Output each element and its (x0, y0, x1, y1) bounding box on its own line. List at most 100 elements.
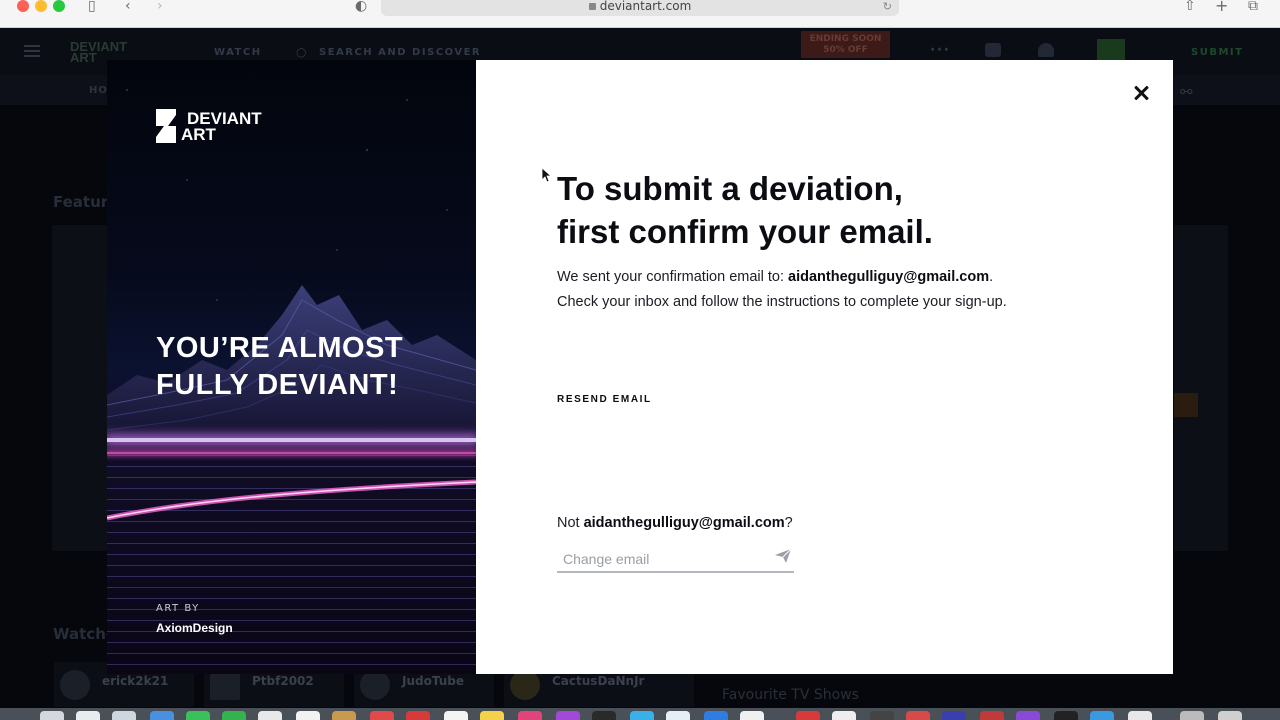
horizon-line (107, 452, 476, 454)
dock-app-icon[interactable] (406, 711, 430, 720)
dock-app-icon[interactable] (112, 711, 136, 720)
sidebar-icon[interactable]: ▯ (88, 0, 96, 13)
dock-app-icon[interactable] (1090, 711, 1114, 720)
modal-art-panel: DEVIANT ART YOU’RE ALMOST FULLY DEVIANT!… (107, 60, 476, 674)
watch-username: CactusDaNnJr (552, 674, 645, 688)
new-tab-icon[interactable]: + (1215, 0, 1228, 14)
dock-app-icon[interactable] (832, 711, 856, 720)
dock-app-icon[interactable] (444, 711, 468, 720)
deviantart-logo-icon: DEVIANT ART (156, 109, 262, 143)
dock-app-icon[interactable] (942, 711, 966, 720)
back-arrow-icon[interactable]: ‹ (125, 0, 131, 13)
dock-app-icon[interactable] (76, 711, 100, 720)
user-avatar (210, 670, 240, 700)
dock-app-icon[interactable] (556, 711, 580, 720)
dock-app-icon[interactable] (222, 711, 246, 720)
user-avatar (510, 670, 540, 700)
not-prefix: Not (557, 515, 584, 531)
chat-icon[interactable] (985, 43, 1001, 57)
headline-line-1: YOU’RE ALMOST (156, 332, 404, 364)
user-avatar (360, 670, 390, 700)
reload-icon[interactable]: ↻ (883, 0, 892, 13)
not-you-line: Not aidanthegulliguy@gmail.com? (557, 515, 793, 531)
submit-button[interactable]: SUBMIT (1191, 47, 1243, 58)
dock-app-icon[interactable] (704, 711, 728, 720)
sent-prefix: We sent your confirmation email to: (557, 269, 789, 285)
dock-app-icon[interactable] (480, 711, 504, 720)
dock-app-icon[interactable] (1054, 711, 1078, 720)
change-email-field (557, 545, 794, 573)
url-text: deviantart.com (599, 0, 692, 13)
favourite-heading: Favourite TV Shows (722, 687, 859, 703)
not-suffix: ? (784, 515, 793, 531)
sent-email: aidanthegulliguy@gmail.com (788, 269, 990, 285)
art-by-label: ART BY (156, 603, 200, 614)
search-input[interactable]: SEARCH AND DISCOVER (319, 47, 481, 58)
title-line-1: To submit a deviation, (557, 170, 903, 207)
mouse-cursor-icon (542, 168, 552, 183)
minimize-window-button[interactable] (35, 0, 47, 12)
nav-watch[interactable]: WATCH (214, 47, 262, 58)
dock (0, 708, 1280, 720)
dock-app-icon[interactable] (370, 711, 394, 720)
dock-app-icon[interactable] (592, 711, 616, 720)
dock-app-icon[interactable] (630, 711, 654, 720)
close-icon[interactable] (1130, 82, 1152, 104)
dock-app-icon[interactable] (666, 711, 690, 720)
horizon-glow (107, 438, 476, 442)
confirm-email-modal: To submit a deviation, first confirm you… (476, 60, 1173, 674)
share-network-icon[interactable]: ⚯ (1180, 83, 1193, 101)
subnav-home[interactable]: HO (89, 85, 108, 96)
dock-app-icon[interactable] (518, 711, 542, 720)
dock-app-icon[interactable] (40, 711, 64, 720)
address-bar[interactable]: deviantart.com ↻ (381, 0, 899, 16)
zoom-window-button[interactable] (53, 0, 65, 12)
badge-icon (1174, 393, 1198, 417)
more-icon[interactable]: ··· (930, 42, 950, 58)
dock-app-icon[interactable] (332, 711, 356, 720)
dock-app-icon[interactable] (980, 711, 1004, 720)
forward-arrow-icon[interactable]: › (157, 0, 163, 13)
change-email-input[interactable] (563, 549, 763, 569)
art-by-name[interactable]: AxiomDesign (156, 621, 233, 635)
resend-email-button[interactable]: RESEND EMAIL (557, 394, 652, 405)
search-icon[interactable]: ○ (296, 45, 308, 59)
dock-app-icon[interactable] (296, 711, 320, 720)
promo-badge[interactable]: ENDING SOON 50% OFF (801, 31, 890, 58)
watch-username: erick2k21 (102, 674, 169, 688)
menu-icon[interactable] (24, 45, 40, 57)
neon-streak (107, 479, 476, 521)
featured-card[interactable] (52, 225, 108, 551)
dock-app-icon[interactable] (1218, 711, 1242, 720)
dock-app-icon[interactable] (1016, 711, 1040, 720)
lock-icon (588, 3, 596, 10)
dock-app-icon[interactable] (870, 711, 894, 720)
avatar[interactable] (1097, 39, 1125, 61)
bell-icon[interactable] (1038, 43, 1054, 57)
dock-app-icon[interactable] (1128, 711, 1152, 720)
logo-text-2: ART (181, 125, 217, 143)
promo-line-1: ENDING SOON (809, 34, 882, 44)
watch-username: Ptbf2002 (252, 674, 314, 688)
share-icon[interactable]: ⇧ (1184, 0, 1196, 13)
dock-app-icon[interactable] (740, 711, 764, 720)
send-icon[interactable] (775, 549, 791, 563)
dock-app-icon[interactable] (258, 711, 282, 720)
privacy-shield-icon[interactable]: ◐ (355, 0, 367, 13)
user-avatar (60, 670, 90, 700)
headline-line-2: FULLY DEVIANT! (156, 369, 399, 401)
promo-line-2: 50% OFF (823, 45, 868, 55)
browser-toolbar: ▯ ‹ › ◐ deviantart.com ↻ ⇧ + ⧉ (0, 0, 1280, 28)
dock-app-icon[interactable] (186, 711, 210, 720)
dock-app-icon[interactable] (796, 711, 820, 720)
confirmation-message: We sent your confirmation email to: aida… (557, 265, 1017, 315)
tab-overview-icon[interactable]: ⧉ (1248, 0, 1258, 13)
side-card[interactable] (1174, 225, 1228, 551)
featured-heading: Featur (53, 193, 109, 211)
watch-username: JudoTube (402, 674, 464, 688)
dock-app-icon[interactable] (150, 711, 174, 720)
modal-title: To submit a deviation, first confirm you… (557, 167, 1057, 253)
close-window-button[interactable] (17, 0, 29, 12)
dock-app-icon[interactable] (1180, 711, 1204, 720)
dock-app-icon[interactable] (906, 711, 930, 720)
